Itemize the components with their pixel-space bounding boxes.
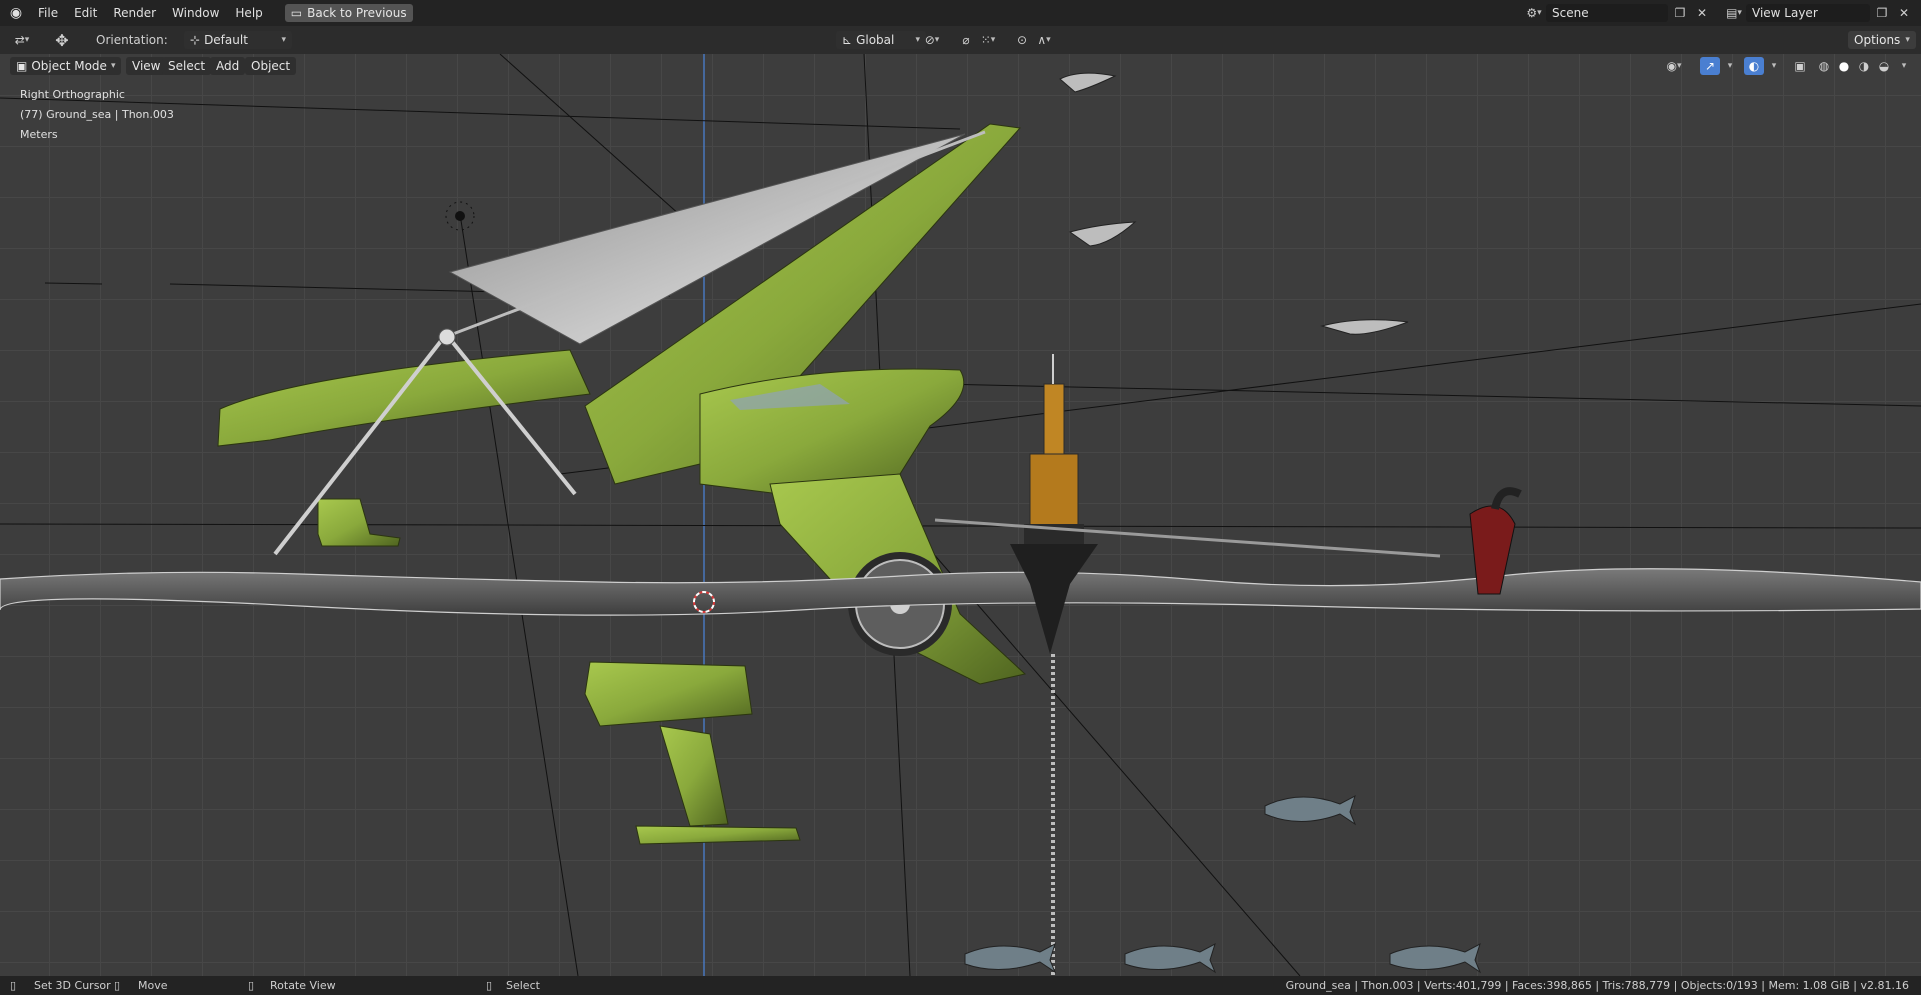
status-move: Move: [138, 979, 168, 992]
object-mode-icon: ▣: [16, 59, 28, 73]
new-scene-icon[interactable]: ❐: [1670, 4, 1690, 22]
tool-selector-icon[interactable]: ⇄ ▾: [12, 31, 32, 49]
orientation-value: Default: [204, 33, 248, 47]
menu-window[interactable]: Window: [164, 0, 227, 26]
menu-edit[interactable]: Edit: [66, 0, 105, 26]
rendered-shading-icon[interactable]: ◒: [1874, 57, 1894, 75]
menu-file[interactable]: File: [30, 0, 66, 26]
chevron-down-icon: ▾: [281, 35, 286, 45]
delete-view-layer-icon[interactable]: ✕: [1894, 4, 1914, 22]
pivot-point-icon[interactable]: ⊘ ▾: [922, 31, 942, 49]
delete-scene-icon[interactable]: ✕: [1692, 4, 1712, 22]
new-view-layer-icon[interactable]: ❐: [1872, 4, 1892, 22]
scene-selector-icon[interactable]: ⚙ ▾: [1524, 4, 1544, 22]
screen-back-icon: ▭: [290, 6, 303, 20]
chevron-down-icon: ▾: [915, 35, 920, 45]
scene-name-field[interactable]: Scene: [1546, 4, 1668, 22]
global-axis-icon: ⊾: [842, 33, 853, 47]
options-dropdown[interactable]: Options ▾: [1848, 31, 1916, 49]
gizmo-dropdown-icon[interactable]: ▾: [1720, 57, 1740, 75]
status-select: Select: [506, 979, 540, 992]
xray-toggle-icon[interactable]: ▣: [1790, 57, 1810, 75]
transform-orientation-dropdown[interactable]: ⊾ Global ▾: [836, 31, 926, 49]
3d-viewport[interactable]: ▣ Object Mode ▾ View Select Add Object ◉…: [0, 54, 1921, 976]
mouse-middle-icon: ▯: [248, 979, 255, 992]
material-shading-icon[interactable]: ◑: [1854, 57, 1874, 75]
menu-select[interactable]: Select: [162, 57, 212, 75]
status-bar: ▯ Set 3D Cursor ▯ Move ▯ Rotate View ▯ S…: [0, 976, 1921, 995]
overlays-dropdown-icon[interactable]: ▾: [1764, 57, 1784, 75]
top-menu-bar: ◉ File Edit Render Window Help ▭ Back to…: [0, 0, 1921, 26]
solid-shading-icon[interactable]: ●: [1834, 57, 1854, 75]
scene-statistics: Ground_sea | Thon.003 | Verts:401,799 | …: [1285, 979, 1909, 992]
tool-settings-header: ⇄ ▾ ✥ Orientation: ⊹ Default ▾ ⊾ Global ▾…: [0, 26, 1921, 54]
view-layer-name-field[interactable]: View Layer: [1746, 4, 1870, 22]
move-tool-icon[interactable]: ✥: [52, 31, 72, 50]
mouse-left-icon: ▯: [486, 979, 493, 992]
back-to-previous-button[interactable]: ▭ Back to Previous: [284, 4, 413, 22]
object-mode-dropdown[interactable]: ▣ Object Mode ▾: [10, 57, 122, 75]
chevron-down-icon: ▾: [110, 61, 116, 71]
status-set-3d-cursor: Set 3D Cursor: [34, 979, 111, 992]
mouse-left-icon: ▯: [10, 979, 17, 992]
viewport-header: ▣ Object Mode ▾ View Select Add Object ◉…: [0, 54, 1921, 78]
snap-toggle-icon[interactable]: ⌀: [956, 31, 976, 49]
orientation-dropdown[interactable]: ⊹ Default ▾: [184, 31, 292, 49]
object-info-text: (77) Ground_sea | Thon.003: [20, 108, 174, 121]
menu-view[interactable]: View: [126, 57, 167, 75]
mouse-right-icon: ▯: [114, 979, 121, 992]
menu-add[interactable]: Add: [210, 57, 246, 75]
options-label: Options: [1854, 33, 1901, 47]
view-layer-selector-icon[interactable]: ▤ ▾: [1724, 4, 1744, 22]
units-text: Meters: [20, 128, 58, 141]
menu-render[interactable]: Render: [105, 0, 164, 26]
proportional-edit-icon[interactable]: ⊙: [1012, 31, 1032, 49]
scene-render: [0, 54, 1921, 976]
menu-object[interactable]: Object: [245, 57, 297, 75]
wireframe-shading-icon[interactable]: ◍: [1814, 57, 1834, 75]
back-to-previous-label: Back to Previous: [307, 6, 407, 20]
orientation-axis-icon: ⊹: [190, 33, 201, 47]
blender-logo-icon[interactable]: ◉: [8, 5, 24, 21]
shading-options-icon[interactable]: ▾: [1894, 57, 1914, 75]
overlays-toggle-icon[interactable]: ◐: [1744, 57, 1764, 75]
orientation-label: Orientation:: [96, 33, 168, 47]
visibility-eye-icon[interactable]: ◉ ▾: [1664, 57, 1684, 75]
view-name-text: Right Orthographic: [20, 88, 125, 101]
snap-target-icon[interactable]: ⁙ ▾: [978, 31, 998, 49]
status-rotate-view: Rotate View: [270, 979, 336, 992]
gizmo-toggle-icon[interactable]: ↗: [1700, 57, 1720, 75]
transform-space-value: Global: [856, 33, 895, 47]
object-mode-label: Object Mode: [31, 59, 107, 73]
falloff-curve-icon[interactable]: ∧ ▾: [1034, 31, 1054, 49]
menu-help[interactable]: Help: [227, 0, 270, 26]
chevron-down-icon: ▾: [1905, 35, 1910, 45]
